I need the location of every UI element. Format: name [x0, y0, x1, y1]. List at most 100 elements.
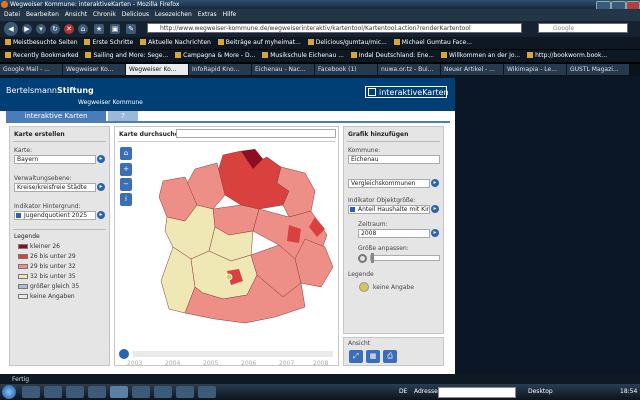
address-input[interactable]	[438, 387, 516, 398]
objektgroesse-dropdown-icon[interactable]: ▸	[431, 205, 439, 213]
kommune-input[interactable]: Eichenau	[348, 155, 440, 164]
bookmark-icon[interactable]: ★	[94, 24, 104, 34]
timeline-year[interactable]: 2003	[127, 360, 142, 367]
browser-tab[interactable]: InfoRapid Kno...	[189, 64, 251, 75]
bookmark-item[interactable]: Willkommen an der Jo...	[441, 50, 520, 62]
legend-label: 32 bis unter 35	[30, 273, 76, 280]
size-slider-handle[interactable]	[371, 253, 374, 263]
tab-help[interactable]: ?	[108, 111, 138, 121]
legend-label: kleiner 26	[30, 243, 61, 250]
taskbar-app[interactable]	[44, 386, 62, 398]
bookmark-item[interactable]: Recently Bookmarked	[5, 50, 79, 62]
forward-icon[interactable]: ▶	[22, 24, 32, 34]
timeline-year[interactable]: 2006	[241, 360, 256, 367]
bertelsmann-logo[interactable]: BertelsmannStiftung	[6, 86, 94, 95]
url-input[interactable]: http://www.wegweiser-kommune.de/wegweise…	[147, 23, 522, 33]
browser-tab[interactable]: Google Mail - ...	[0, 64, 62, 75]
menu-ansicht[interactable]: Ansicht	[65, 11, 87, 18]
vergleich-dropdown-icon[interactable]: ▸	[431, 179, 439, 187]
browser-tab[interactable]: GUSTL Magazi...	[567, 64, 629, 75]
timeline-year[interactable]: 2004	[165, 360, 180, 367]
size-slider[interactable]	[370, 255, 440, 261]
menu-lesezeichen[interactable]: Lesezeichen	[155, 11, 192, 18]
export-icon[interactable]: ⤢	[349, 350, 363, 363]
bookmark-item[interactable]: Musikschule Eichenau ...	[262, 50, 344, 62]
karte-select[interactable]: Bayern	[14, 155, 96, 164]
taskbar-app[interactable]	[176, 386, 194, 398]
bookmark-item[interactable]: Aktuelle Nachrichten	[140, 37, 211, 49]
taskbar-app[interactable]	[154, 386, 172, 398]
karte-dropdown-icon[interactable]: ▸	[97, 155, 105, 163]
menu-bearbeiten[interactable]: Bearbeiten	[26, 11, 59, 18]
taskbar: DE Adresse Desktop 18:54	[0, 384, 640, 400]
language-indicator[interactable]: DE	[399, 388, 407, 395]
print-icon[interactable]: ⎙	[383, 350, 397, 363]
zeitraum-dropdown-icon[interactable]: ▸	[431, 229, 439, 237]
browser-tab[interactable]: Wikimapia - Le...	[504, 64, 566, 75]
verwaltung-select[interactable]: Kreise/kreisfreie Städte	[14, 183, 96, 192]
verwaltung-dropdown-icon[interactable]: ▸	[97, 183, 105, 191]
reload-icon[interactable]: ↻	[50, 24, 60, 34]
tab-interaktive-karten[interactable]: interaktive Karten	[6, 111, 106, 121]
bookmark-item[interactable]: Meistbesuchte Seiten	[5, 37, 78, 49]
eichenau-marker[interactable]	[225, 273, 233, 281]
legend-label: größer gleich 35	[30, 283, 80, 290]
menu-delicious[interactable]: Delicious	[122, 11, 149, 18]
taskbar-app[interactable]	[66, 386, 84, 398]
menu-datei[interactable]: Datei	[4, 11, 20, 18]
menu-hilfe[interactable]: Hilfe	[223, 11, 237, 18]
bookmark-item[interactable]: Campagna & More - D...	[175, 50, 255, 62]
dropdown-icon[interactable]: ▾	[36, 24, 46, 34]
objektgroesse-select[interactable]: Anteil Haushalte mit Kin...	[348, 205, 430, 214]
bookmark-item[interactable]: Beiträge auf myheimat...	[217, 37, 301, 49]
zeitraum-select[interactable]: 2008	[358, 229, 430, 238]
start-orb-icon[interactable]	[2, 385, 16, 399]
taskbar-app[interactable]	[88, 386, 106, 398]
timeline-year[interactable]: 2007	[279, 360, 294, 367]
browser-tab[interactable]: Facebook (1)	[315, 64, 377, 75]
home-icon[interactable]: ⌂	[78, 24, 88, 34]
vergleich-select[interactable]: Vergleichskommunen	[348, 179, 430, 188]
taskbar-app[interactable]	[22, 386, 40, 398]
firefox-icon	[1, 1, 8, 8]
taskbar-app-active[interactable]	[110, 386, 128, 398]
menu-extras[interactable]: Extras	[198, 11, 217, 18]
taskbar-app[interactable]	[198, 386, 216, 398]
browser-tab[interactable]: Eichenau - Nac...	[252, 64, 314, 75]
bookmark-item[interactable]: Michael Gumtau Face...	[393, 37, 472, 49]
timeline-year[interactable]: 2008	[313, 360, 328, 367]
bookmark-item[interactable]: Erste Schritte	[84, 37, 133, 49]
chart-icon[interactable]: ▦	[366, 350, 380, 363]
browser-tab[interactable]: Neuer Artikel - ...	[441, 64, 503, 75]
timeline-year[interactable]: 2005	[203, 360, 218, 367]
play-icon[interactable]	[119, 349, 129, 359]
ansicht-title: Ansicht	[348, 340, 371, 347]
stop-icon[interactable]: ✕	[64, 24, 74, 34]
browser-tab[interactable]: nuwa.or.tz - Bui...	[378, 64, 440, 75]
indikator-select[interactable]: Jugendquotient 2025	[14, 211, 96, 220]
timeline-track[interactable]	[133, 351, 333, 357]
bookmark-item[interactable]: Indal Deutschland: Ene...	[350, 50, 434, 62]
map-search-input[interactable]	[176, 129, 336, 138]
browser-tab-active[interactable]: Wegweiser Ko...	[126, 64, 188, 75]
back-icon[interactable]: ◀	[4, 22, 18, 36]
home-map-icon[interactable]: ⌂	[120, 147, 132, 160]
info-icon[interactable]: i	[120, 193, 132, 206]
tag-icon[interactable]: ✎	[126, 24, 136, 34]
browser-tab[interactable]: Wegweiser Ko...	[63, 64, 125, 75]
indikator-dropdown-icon[interactable]: ▸	[97, 211, 105, 219]
zoom-in-icon[interactable]: +	[120, 163, 132, 176]
taskbar-app[interactable]	[132, 386, 150, 398]
desktop-label[interactable]: Desktop	[528, 388, 553, 395]
site-subtitle: Wegweiser Kommune	[78, 99, 143, 106]
bookmark-item[interactable]: Delicious/gumtau/mic...	[307, 37, 387, 49]
divider	[347, 141, 440, 142]
bookmark-item[interactable]: Sailing and More: Sege...	[85, 50, 168, 62]
bookmark-item[interactable]: http://bookworm.book...	[527, 50, 607, 62]
search-input[interactable]: Google	[538, 23, 628, 33]
bavaria-map[interactable]	[155, 147, 340, 332]
zoom-out-icon[interactable]: −	[120, 178, 132, 191]
panel-title: Karte durchsuchen	[119, 131, 184, 138]
delicious-icon[interactable]: ▣	[110, 24, 120, 34]
menu-chronik[interactable]: Chronik	[93, 11, 116, 18]
